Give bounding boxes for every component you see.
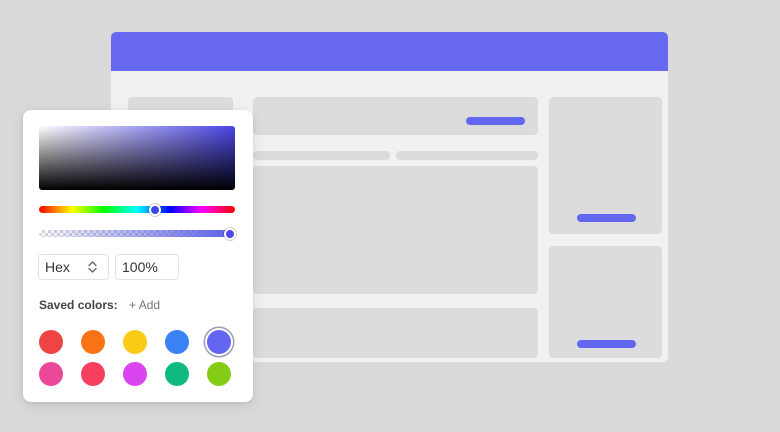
chevron-up-down-icon bbox=[88, 261, 97, 273]
alpha-slider-thumb[interactable] bbox=[224, 228, 236, 240]
color-swatch[interactable] bbox=[165, 330, 189, 354]
color-swatch[interactable] bbox=[81, 362, 105, 386]
color-swatch[interactable] bbox=[207, 362, 231, 386]
hue-slider-thumb[interactable] bbox=[149, 204, 161, 216]
color-format-select[interactable]: Hex bbox=[38, 254, 109, 280]
main-content-card bbox=[253, 166, 538, 294]
right-card-top-button[interactable] bbox=[577, 214, 636, 222]
color-swatch[interactable] bbox=[207, 330, 231, 354]
filter-bar-right bbox=[396, 151, 538, 160]
add-color-button[interactable]: + Add bbox=[129, 298, 160, 312]
color-swatch[interactable] bbox=[39, 362, 63, 386]
top-card bbox=[253, 97, 538, 135]
color-swatch[interactable] bbox=[165, 362, 189, 386]
color-swatch[interactable] bbox=[39, 330, 63, 354]
color-swatch[interactable] bbox=[123, 362, 147, 386]
top-card-button[interactable] bbox=[466, 117, 525, 125]
bottom-card bbox=[253, 308, 538, 358]
app-header bbox=[111, 32, 668, 71]
right-card-bottom-button[interactable] bbox=[577, 340, 636, 348]
saturation-area[interactable] bbox=[39, 126, 235, 190]
right-card-bottom bbox=[549, 246, 662, 358]
alpha-input-value: 100% bbox=[122, 259, 158, 275]
alpha-input[interactable]: 100% bbox=[115, 254, 179, 280]
color-swatch[interactable] bbox=[123, 330, 147, 354]
color-picker: Hex 100% Saved colors: + Add bbox=[23, 110, 253, 402]
saved-colors-row: Saved colors: + Add bbox=[39, 298, 160, 312]
hue-slider[interactable] bbox=[39, 206, 235, 213]
alpha-slider[interactable] bbox=[39, 230, 235, 237]
color-format-value: Hex bbox=[45, 259, 70, 275]
saved-colors-label: Saved colors: bbox=[39, 298, 118, 312]
color-swatch[interactable] bbox=[81, 330, 105, 354]
right-card-top bbox=[549, 97, 662, 234]
filter-bar-left bbox=[253, 151, 390, 160]
